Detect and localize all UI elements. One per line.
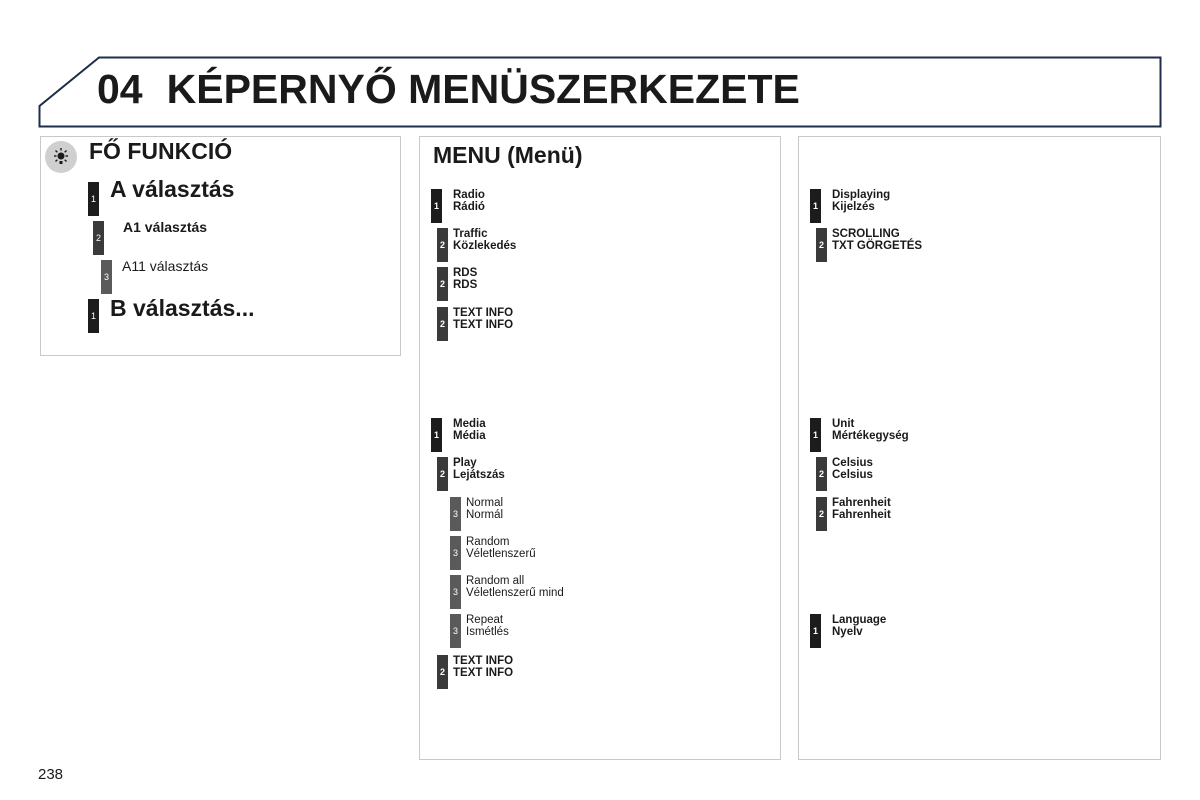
level-1-marker: 1 (431, 189, 442, 223)
item-label-hu: Rádió (453, 201, 485, 213)
item-label-hu: Közlekedés (453, 240, 517, 252)
level-3-marker: 3 (450, 614, 461, 648)
item-label-en: Traffic (453, 228, 488, 240)
legend-item-a1: A1 választás (123, 219, 208, 235)
level-1-marker: 1 (810, 614, 821, 648)
item-label-hu: Fahrenheit (832, 509, 891, 521)
item-label-en: Random (466, 536, 510, 548)
level-2-marker: 2 (437, 307, 448, 341)
item-label-hu: Kijelzés (832, 201, 875, 213)
level-2-marker: 2 (816, 457, 827, 491)
item-label-en: Celsius (832, 457, 873, 469)
level-2-marker: 2 (816, 228, 827, 262)
level-2-marker: 2 (816, 497, 827, 531)
item-label-en: Language (832, 614, 887, 626)
item-label-hu: TXT GÖRGETÉS (832, 240, 923, 252)
level-1-marker: 1 (810, 189, 821, 223)
main-function-icon (45, 141, 77, 173)
item-label-en: TEXT INFO (453, 307, 514, 319)
item-label-en: Repeat (466, 614, 504, 626)
item-label-en: Unit (832, 418, 855, 430)
item-label-hu: RDS (453, 279, 478, 291)
level-3-marker: 3 (450, 497, 461, 531)
level-1-marker: 1 (88, 182, 99, 216)
item-label-hu: Véletlenszerű mind (466, 587, 564, 599)
legend-item-a11: A11 választás (122, 258, 209, 274)
level-2-marker: 2 (437, 457, 448, 491)
main-function-title: FŐ FUNKCIÓ (89, 138, 233, 164)
item-label-hu: Média (453, 430, 486, 442)
level-3-marker: 3 (101, 260, 112, 294)
item-label-en: Radio (453, 189, 485, 201)
menu-title: MENU (Menü) (433, 142, 583, 168)
item-label-hu: Celsius (832, 469, 873, 481)
item-label-en: Normal (466, 497, 504, 509)
item-label-hu: Nyelv (832, 626, 863, 638)
item-label-en: Displaying (832, 189, 891, 201)
item-label-hu: TEXT INFO (453, 667, 514, 679)
legend-item-a: A választás (110, 176, 235, 202)
item-label-en: SCROLLING (832, 228, 900, 240)
chapter-title-text: KÉPERNYŐ MENÜSZERKEZETE (166, 66, 800, 112)
level-1-marker: 1 (88, 299, 99, 333)
item-label-hu: Véletlenszerű (466, 548, 536, 560)
item-label-en: Play (453, 457, 477, 469)
item-label-en: Random all (466, 575, 525, 587)
chapter-title: 04 KÉPERNYŐ MENÜSZERKEZETE (97, 66, 800, 113)
item-label-hu: Lejátszás (453, 469, 505, 481)
level-2-marker: 2 (437, 655, 448, 689)
level-2-marker: 2 (437, 267, 448, 301)
item-label-hu: TEXT INFO (453, 319, 514, 331)
item-label-en: Fahrenheit (832, 497, 891, 509)
item-label-en: TEXT INFO (453, 655, 514, 667)
level-3-marker: 3 (450, 575, 461, 609)
level-2-marker: 2 (93, 221, 104, 255)
level-2-marker: 2 (437, 228, 448, 262)
chapter-number: 04 (97, 66, 143, 112)
item-label-hu: Ismétlés (466, 626, 509, 638)
page-number: 238 (38, 766, 64, 783)
legend-item-b: B választás... (110, 295, 255, 321)
item-label-en: RDS (453, 267, 478, 279)
item-label-en: Media (453, 418, 486, 430)
level-1-marker: 1 (810, 418, 821, 452)
item-label-hu: Normál (466, 509, 504, 521)
level-1-marker: 1 (431, 418, 442, 452)
level-3-marker: 3 (450, 536, 461, 570)
item-label-hu: Mértékegység (832, 430, 909, 442)
